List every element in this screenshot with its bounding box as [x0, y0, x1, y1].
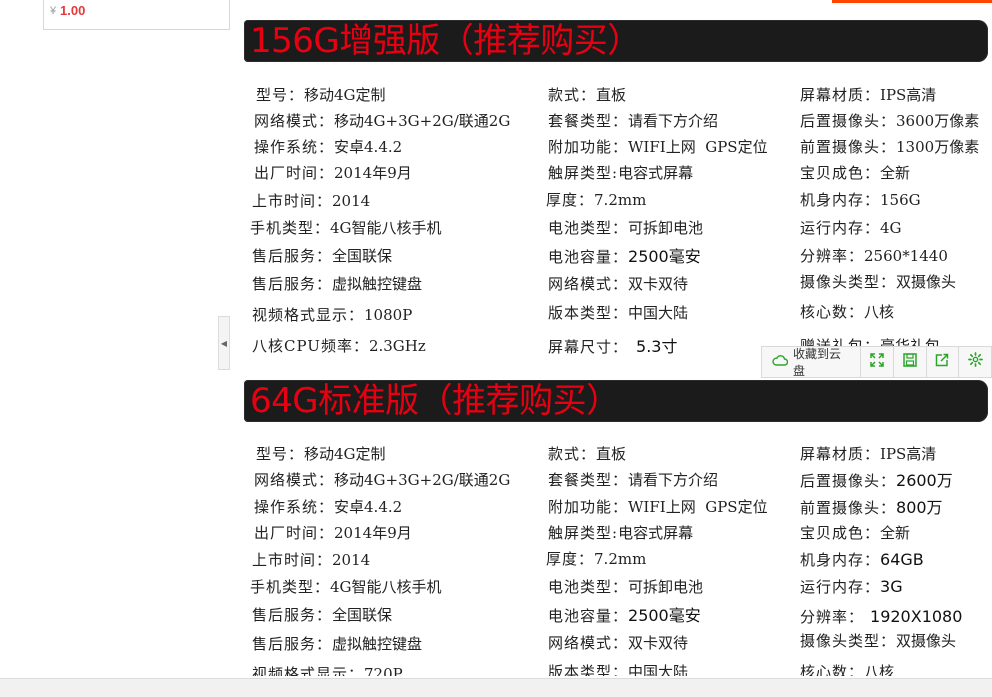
fullscreen-icon [870, 352, 884, 372]
top-accent-bar [832, 0, 992, 3]
spec-item: 运行内存：4G [800, 219, 902, 237]
price-box: ¥ 1.00 [43, 0, 230, 30]
spec-item: 手机类型：4G智能八核手机 [250, 578, 442, 596]
spec-item: 屏幕材质：IPS高清 [800, 445, 937, 463]
spec-item: 售后服务：全国联保 [252, 247, 393, 265]
variant-title: 156G增强版（推荐购买） [250, 21, 641, 61]
price-value: 1.00 [60, 3, 86, 18]
fullscreen-button[interactable] [861, 347, 894, 377]
spec-item: 机身内存：64GB [800, 550, 924, 569]
spec-item: 后置摄像头：3600万像素 [800, 112, 980, 130]
spec-item: 网络模式：移动4G+3G+2G/联通2G [254, 471, 511, 489]
spec-item: 售后服务：虚拟触控键盘 [252, 275, 423, 293]
spec-item: 上市时间：2014 [252, 551, 371, 569]
settings-icon [967, 352, 983, 372]
spec-item: 后置摄像头：2600万 [800, 471, 953, 490]
spec-item: 视频格式显示：720P [252, 665, 403, 676]
spec-item: 前置摄像头：1300万像素 [800, 138, 980, 156]
spec-table-156g: 型号：移动4G定制 网络模式：移动4G+3G+2G/联通2G 操作系统：安卓4.… [244, 64, 992, 376]
spec-item: 型号：移动4G定制 [256, 86, 386, 104]
spec-item: 机身内存：156G [800, 191, 921, 209]
spec-item: 网络模式：双卡双待 [548, 634, 689, 652]
save-icon [903, 352, 917, 372]
save-to-cloud-label: 收藏到云盘 [793, 347, 842, 378]
spec-item: 售后服务：全国联保 [252, 606, 393, 624]
spec-item: 运行内存：3G [800, 577, 903, 596]
spec-item: 触屏类型:电容式屏幕 [548, 164, 694, 182]
spec-item: 电池类型：可拆卸电池 [548, 219, 704, 237]
cloud-save-toolbar: 收藏到云盘 [761, 346, 992, 378]
spec-item: 版本类型：中国大陆 [548, 304, 689, 322]
spec-item: 出厂时间：2014年9月 [254, 164, 412, 182]
spec-item: 款式：直板 [548, 445, 627, 463]
spec-item: 附加功能：WIFI上网 GPS定位 [548, 498, 768, 516]
spec-item: 网络模式：双卡双待 [548, 275, 689, 293]
spec-item: 套餐类型：请看下方介绍 [548, 471, 719, 489]
spec-item: 出厂时间：2014年9月 [254, 524, 412, 542]
spec-item: 视频格式显示：1080P [252, 306, 413, 324]
spec-item: 摄像头类型：双摄像头 [800, 632, 957, 650]
cloud-icon [772, 353, 789, 371]
spec-item: 售后服务：虚拟触控键盘 [252, 635, 423, 653]
spec-item: 电池类型：可拆卸电池 [548, 578, 704, 596]
spec-item: 宝贝成色：全新 [800, 524, 911, 542]
spec-item: 套餐类型：请看下方介绍 [548, 112, 719, 130]
variant-banner-156g: 156G增强版（推荐购买） [244, 20, 988, 62]
spec-item: 操作系统：安卓4.4.2 [254, 138, 403, 156]
spec-item: 型号：移动4G定制 [256, 445, 386, 463]
currency-symbol: ¥ [50, 5, 57, 17]
spec-item: 厚度：7.2mm [546, 191, 647, 209]
spec-item: 电池容量：2500毫安 [548, 247, 701, 266]
spec-item: 附加功能：WIFI上网 GPS定位 [548, 138, 768, 156]
share-icon [935, 353, 949, 372]
spec-item: 分辨率：2560*1440 [800, 247, 948, 265]
save-button[interactable] [894, 347, 927, 377]
spec-item: 款式：直板 [548, 86, 627, 104]
spec-item: 核心数：八核 [800, 663, 895, 676]
spec-table-64g: 型号：移动4G定制 网络模式：移动4G+3G+2G/联通2G 操作系统：安卓4.… [244, 424, 992, 676]
variant-banner-64g: 64G标准版（推荐购买） [244, 380, 988, 422]
variant-title: 64G标准版（推荐购买） [250, 381, 620, 421]
spec-item: 网络模式：移动4G+3G+2G/联通2G [254, 112, 511, 130]
sidebar-collapse-handle[interactable]: ◀ [218, 316, 230, 370]
spec-item: 前置摄像头：800万 [800, 498, 943, 517]
settings-button[interactable] [959, 347, 991, 377]
spec-item: 核心数：八核 [800, 303, 895, 321]
spec-item: 上市时间：2014 [252, 192, 371, 210]
bottom-scroll-bar [0, 678, 992, 697]
spec-item: 屏幕尺寸： 5.3寸 [548, 337, 678, 356]
spec-item: 电池容量：2500毫安 [548, 606, 701, 625]
spec-item: 宝贝成色：全新 [800, 164, 911, 182]
spec-item: 摄像头类型：双摄像头 [800, 273, 957, 291]
spec-item: 屏幕材质：IPS高清 [800, 86, 937, 104]
share-button[interactable] [927, 347, 960, 377]
spec-item: 厚度：7.2mm [546, 550, 647, 568]
spec-item: 版本类型：中国大陆 [548, 663, 689, 676]
save-to-cloud-button[interactable]: 收藏到云盘 [762, 347, 862, 378]
spec-item: 分辨率： 1920X1080 [800, 607, 963, 626]
spec-item: 触屏类型:电容式屏幕 [548, 524, 694, 542]
chevron-left-icon: ◀ [220, 338, 228, 348]
spec-item: 手机类型：4G智能八核手机 [250, 219, 442, 237]
spec-item: 八核CPU频率：2.3GHz [252, 337, 426, 355]
spec-item: 操作系统：安卓4.4.2 [254, 498, 403, 516]
